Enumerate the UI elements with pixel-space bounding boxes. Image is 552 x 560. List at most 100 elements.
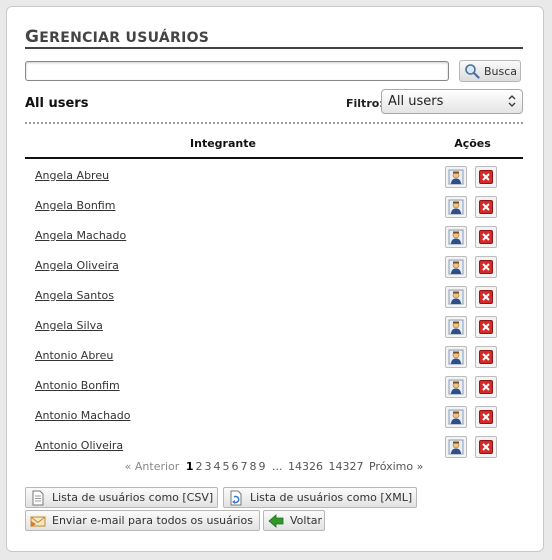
table-row: Antonio Abreu (25, 341, 523, 371)
delete-icon (479, 350, 493, 364)
table-row: Angela Abreu (25, 161, 523, 191)
user-name-link[interactable]: Antonio Bonfim (35, 379, 120, 392)
envelope-icon (30, 516, 46, 527)
edit-user-button[interactable] (445, 376, 467, 398)
delete-icon (479, 440, 493, 454)
column-header-actions: Ações (454, 137, 491, 150)
table-row: Antonio Oliveira (25, 431, 523, 461)
delete-user-button[interactable] (475, 436, 497, 458)
page-title: GERENCIAR USUÁRIOS (25, 27, 523, 49)
user-edit-icon (448, 289, 464, 305)
delete-icon (479, 320, 493, 334)
email-all-users-label: Enviar e-mail para todos os usuários (52, 514, 253, 527)
user-name-link[interactable]: Angela Abreu (35, 169, 109, 182)
search-input[interactable] (25, 61, 449, 81)
edit-user-button[interactable] (445, 286, 467, 308)
edit-user-button[interactable] (445, 226, 467, 248)
delete-icon (479, 260, 493, 274)
edit-user-button[interactable] (445, 316, 467, 338)
user-edit-icon (448, 379, 464, 395)
pagination-page-link[interactable]: 5 (222, 460, 229, 473)
search-button-label: Busca (484, 64, 518, 78)
delete-icon (479, 290, 493, 304)
user-name-link[interactable]: Angela Santos (35, 289, 114, 302)
export-csv-label: Lista de usuários como [CSV] (52, 491, 214, 504)
pagination-current-page: 1 (185, 460, 194, 473)
pagination-page-link[interactable]: 2 (195, 460, 202, 473)
export-xml-button[interactable]: Lista de usuários como [XML] (223, 487, 417, 508)
user-edit-icon (448, 439, 464, 455)
pagination-page-link[interactable]: 14326 (288, 460, 323, 473)
pagination-page-link[interactable]: 7 (240, 460, 247, 473)
user-name-link[interactable]: Angela Bonfim (35, 199, 115, 212)
edit-user-button[interactable] (445, 166, 467, 188)
delete-icon (479, 410, 493, 424)
pagination-page-link[interactable]: 6 (231, 460, 238, 473)
pagination-next[interactable]: Próximo » (369, 460, 423, 473)
delete-icon (479, 200, 493, 214)
user-edit-icon (448, 169, 464, 185)
pagination-page-link[interactable]: 14327 (328, 460, 363, 473)
pagination-prev[interactable]: « Anterior (125, 460, 180, 473)
delete-user-button[interactable] (475, 256, 497, 278)
filter-label: Filtro: (346, 97, 384, 110)
search-button[interactable]: Busca (459, 60, 521, 82)
user-edit-icon (448, 409, 464, 425)
user-name-link[interactable]: Angela Oliveira (35, 259, 119, 272)
manage-users-panel: GERENCIAR USUÁRIOS Busca All users Filtr… (6, 6, 544, 552)
table-row: Angela Silva (25, 311, 523, 341)
back-button-label: Voltar (290, 514, 323, 527)
table-row: Angela Bonfim (25, 191, 523, 221)
delete-user-button[interactable] (475, 316, 497, 338)
delete-user-button[interactable] (475, 286, 497, 308)
user-edit-icon (448, 229, 464, 245)
xml-document-icon (230, 490, 242, 505)
user-name-link[interactable]: Antonio Oliveira (35, 439, 123, 452)
delete-user-button[interactable] (475, 346, 497, 368)
delete-icon (479, 230, 493, 244)
table-row: Antonio Bonfim (25, 371, 523, 401)
edit-user-button[interactable] (445, 406, 467, 428)
delete-user-button[interactable] (475, 226, 497, 248)
magnifier-icon (465, 64, 480, 79)
user-name-link[interactable]: Angela Silva (35, 319, 103, 332)
user-edit-icon (448, 319, 464, 335)
user-edit-icon (448, 349, 464, 365)
user-edit-icon (448, 199, 464, 215)
pagination-page-link[interactable]: 9 (258, 460, 265, 473)
table-row: Angela Machado (25, 221, 523, 251)
back-arrow-icon (268, 513, 284, 528)
delete-user-button[interactable] (475, 406, 497, 428)
delete-icon (479, 170, 493, 184)
delete-user-button[interactable] (475, 376, 497, 398)
filter-select[interactable]: All users (381, 89, 523, 114)
delete-user-button[interactable] (475, 196, 497, 218)
pagination-page-link[interactable]: 3 (204, 460, 211, 473)
edit-user-button[interactable] (445, 196, 467, 218)
edit-user-button[interactable] (445, 346, 467, 368)
section-divider (25, 122, 523, 124)
table-header: Integrante Ações (25, 135, 523, 159)
user-edit-icon (448, 259, 464, 275)
pagination: « Anterior 123456789 ... 14326 14327 Pró… (25, 460, 523, 473)
email-all-users-button[interactable]: Enviar e-mail para todos os usuários (25, 510, 260, 531)
select-arrows-icon (508, 95, 516, 107)
page-title-initial: G (25, 27, 40, 47)
pagination-page-link[interactable]: 4 (213, 460, 220, 473)
table-row: Antonio Machado (25, 401, 523, 431)
user-list: Angela Abreu Angela Bonfim Angela Machado A… (25, 161, 523, 461)
pagination-ellipsis: ... (271, 460, 283, 473)
edit-user-button[interactable] (445, 256, 467, 278)
delete-user-button[interactable] (475, 166, 497, 188)
edit-user-button[interactable] (445, 436, 467, 458)
user-name-link[interactable]: Antonio Machado (35, 409, 131, 422)
page-title-rest: ERENCIAR USUÁRIOS (39, 30, 210, 46)
table-row: Angela Oliveira (25, 251, 523, 281)
user-name-link[interactable]: Antonio Abreu (35, 349, 113, 362)
pagination-page-link[interactable]: 8 (249, 460, 256, 473)
export-xml-label: Lista de usuários como [XML] (250, 491, 413, 504)
back-button[interactable]: Voltar (263, 510, 325, 531)
table-row: Angela Santos (25, 281, 523, 311)
user-name-link[interactable]: Angela Machado (35, 229, 126, 242)
export-csv-button[interactable]: Lista de usuários como [CSV] (25, 487, 218, 508)
